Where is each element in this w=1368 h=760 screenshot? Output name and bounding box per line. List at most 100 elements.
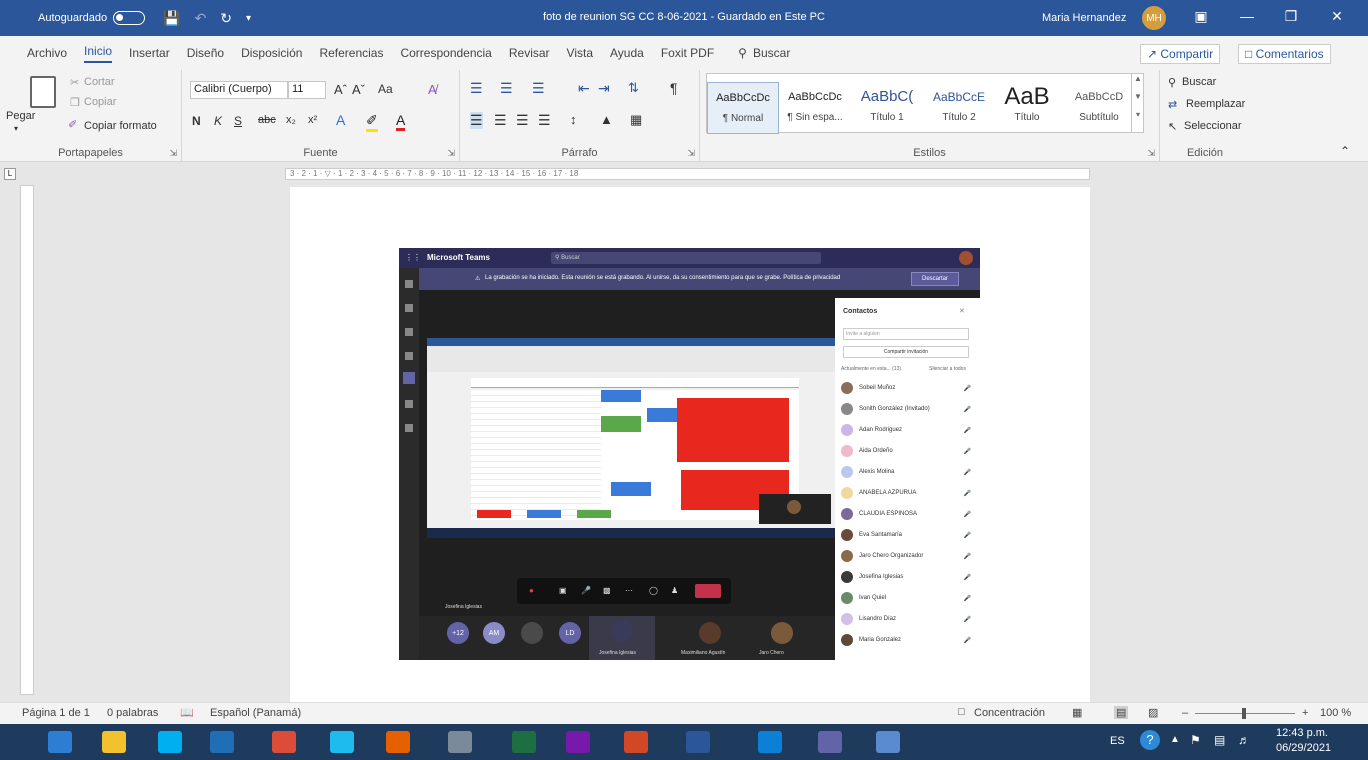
justify-icon[interactable]: ☰	[538, 112, 551, 129]
minimize-icon[interactable]: —	[1224, 8, 1270, 24]
multilevel-list-icon[interactable]: ☰	[532, 80, 545, 97]
ribbon-display-icon[interactable]: ▣	[1178, 8, 1224, 25]
user-avatar[interactable]: MH	[1142, 6, 1166, 30]
collapse-ribbon-icon[interactable]: ⌃	[1340, 144, 1350, 158]
vertical-ruler[interactable]	[20, 185, 34, 695]
italic-button[interactable]: K	[214, 114, 222, 128]
restore-icon[interactable]: ❐	[1268, 8, 1314, 25]
font-color-icon[interactable]: A	[396, 112, 406, 131]
tab-revisar[interactable]: Revisar	[509, 46, 550, 60]
read-mode-icon[interactable]: ▦	[1072, 706, 1082, 719]
save-icon[interactable]: 💾	[163, 10, 180, 27]
volume-icon[interactable]: ♬	[1238, 733, 1250, 747]
onenote-taskbar-button[interactable]	[556, 727, 600, 757]
subscript-icon[interactable]: x₂	[286, 114, 296, 126]
tab-inicio[interactable]: Inicio	[84, 44, 113, 63]
cut-icon[interactable]: ✂	[70, 76, 79, 89]
strikethrough-button[interactable]: abc	[258, 114, 276, 126]
paste-dropdown-icon[interactable]: ▾	[14, 124, 18, 133]
line-spacing-icon[interactable]: ↕	[570, 112, 577, 127]
search-icon[interactable]: ⚲	[738, 46, 747, 60]
edge-taskbar-button[interactable]	[748, 727, 792, 757]
flag-icon[interactable]: ⚑	[1190, 733, 1201, 747]
tab-ayuda[interactable]: Ayuda	[610, 46, 644, 60]
tab-foxit-pdf[interactable]: Foxit PDF	[661, 46, 714, 60]
shrink-font-icon[interactable]: Aˇ	[352, 82, 365, 97]
firefox-taskbar-button[interactable]	[376, 727, 420, 757]
style-normal[interactable]: AaBbCcDc ¶ Normal	[707, 82, 779, 134]
print-layout-icon[interactable]: ▤	[1114, 706, 1129, 719]
zoom-out-icon[interactable]: –	[1182, 707, 1188, 719]
style-subtitle[interactable]: AaBbCcD Subtítulo	[1063, 82, 1135, 134]
powerpoint-taskbar-button[interactable]	[614, 727, 658, 757]
chrome-taskbar-button[interactable]	[262, 727, 306, 757]
find-button[interactable]: Buscar	[1182, 76, 1216, 88]
word-count[interactable]: 0 palabras	[107, 707, 158, 719]
select-button[interactable]: Seleccionar	[1184, 120, 1241, 132]
replace-icon[interactable]: ⇄	[1168, 98, 1177, 111]
paste-icon[interactable]	[30, 76, 56, 108]
shading-icon[interactable]: ▲	[600, 112, 613, 127]
focus-icon[interactable]: □	[958, 706, 965, 718]
comments-button[interactable]: □ Comentarios	[1238, 44, 1331, 64]
font-name-combo[interactable]: Calibri (Cuerpo)	[190, 81, 288, 99]
internet-explorer-taskbar-button[interactable]	[320, 727, 364, 757]
embedded-teams-screenshot[interactable]: ⋮⋮ Microsoft Teams ⚲ Buscar ⚠ La grabaci…	[399, 248, 980, 660]
redo-icon[interactable]: ↻	[220, 10, 232, 27]
tray-expand-icon[interactable]: ▲	[1170, 734, 1180, 745]
clipboard-launcher-icon[interactable]: ⇲	[169, 148, 177, 159]
language[interactable]: Español (Panamá)	[210, 707, 301, 719]
tab-insertar[interactable]: Insertar	[129, 46, 170, 60]
tab-selector-icon[interactable]: L	[4, 168, 16, 180]
paragraph-launcher-icon[interactable]: ⇲	[687, 148, 695, 159]
file-explorer-taskbar-button[interactable]	[92, 727, 136, 757]
underline-button[interactable]: S	[234, 114, 242, 128]
skype-taskbar-button[interactable]	[148, 727, 192, 757]
font-launcher-icon[interactable]: ⇲	[447, 148, 455, 159]
windows-start-taskbar-button[interactable]	[38, 727, 82, 757]
tab-archivo[interactable]: Archivo	[27, 46, 67, 60]
find-icon[interactable]: ⚲	[1168, 76, 1176, 89]
copy-button[interactable]: Copiar	[84, 96, 116, 108]
replace-button[interactable]: Reemplazar	[1186, 98, 1245, 110]
align-right-icon[interactable]: ☰	[516, 112, 529, 129]
style-heading-2[interactable]: AaBbCcE Título 2	[923, 82, 995, 134]
increase-indent-icon[interactable]: ⇥	[598, 80, 610, 97]
excel-taskbar-button[interactable]	[502, 727, 546, 757]
superscript-icon[interactable]: x²	[308, 114, 317, 126]
format-painter-button[interactable]: Copiar formato	[84, 120, 157, 132]
clear-format-icon[interactable]: A̸	[428, 82, 437, 97]
paste-button[interactable]: Pegar	[6, 110, 35, 122]
word-taskbar-button[interactable]	[676, 727, 720, 757]
tab-vista[interactable]: Vista	[567, 46, 593, 60]
sort-icon[interactable]: ⇅	[628, 80, 639, 96]
web-layout-icon[interactable]: ▨	[1148, 706, 1158, 719]
change-case-button[interactable]: Aa	[378, 82, 393, 96]
zoom-in-icon[interactable]: +	[1302, 707, 1308, 719]
help-icon[interactable]: ?	[1140, 730, 1160, 750]
style-title[interactable]: AaB Título	[991, 82, 1063, 134]
highlight-icon[interactable]: ✐	[366, 112, 378, 132]
style-no-spacing[interactable]: AaBbCcDc ¶ Sin espa...	[779, 82, 851, 134]
close-icon[interactable]: ✕	[1314, 8, 1360, 25]
copy-icon[interactable]: ❐	[70, 96, 80, 109]
autosave-toggle[interactable]	[113, 11, 146, 25]
search-label[interactable]: Buscar	[753, 46, 790, 60]
tools-taskbar-button[interactable]	[438, 727, 482, 757]
tab-disposicion[interactable]: Disposición	[241, 46, 302, 60]
undo-icon[interactable]: ↶	[195, 10, 207, 27]
styles-launcher-icon[interactable]: ⇲	[1147, 148, 1155, 159]
styles-scroll[interactable]: ▲ ▼ ▾	[1131, 74, 1144, 132]
clock-time[interactable]: 12:43 p.m.	[1276, 727, 1328, 739]
share-button[interactable]: ↗ Compartir	[1140, 44, 1221, 64]
numbering-icon[interactable]: ☰	[500, 80, 513, 97]
zoom-slider-thumb[interactable]	[1242, 708, 1246, 719]
decrease-indent-icon[interactable]: ⇤	[578, 80, 590, 97]
teams-taskbar-button[interactable]	[808, 727, 852, 757]
bullets-icon[interactable]: ☰	[470, 80, 483, 97]
show-marks-icon[interactable]: ¶	[670, 80, 678, 96]
input-language[interactable]: ES	[1110, 735, 1125, 747]
media-player-taskbar-button[interactable]	[200, 727, 244, 757]
align-left-icon[interactable]: ☰	[470, 112, 483, 129]
clock-date[interactable]: 06/29/2021	[1276, 742, 1331, 754]
